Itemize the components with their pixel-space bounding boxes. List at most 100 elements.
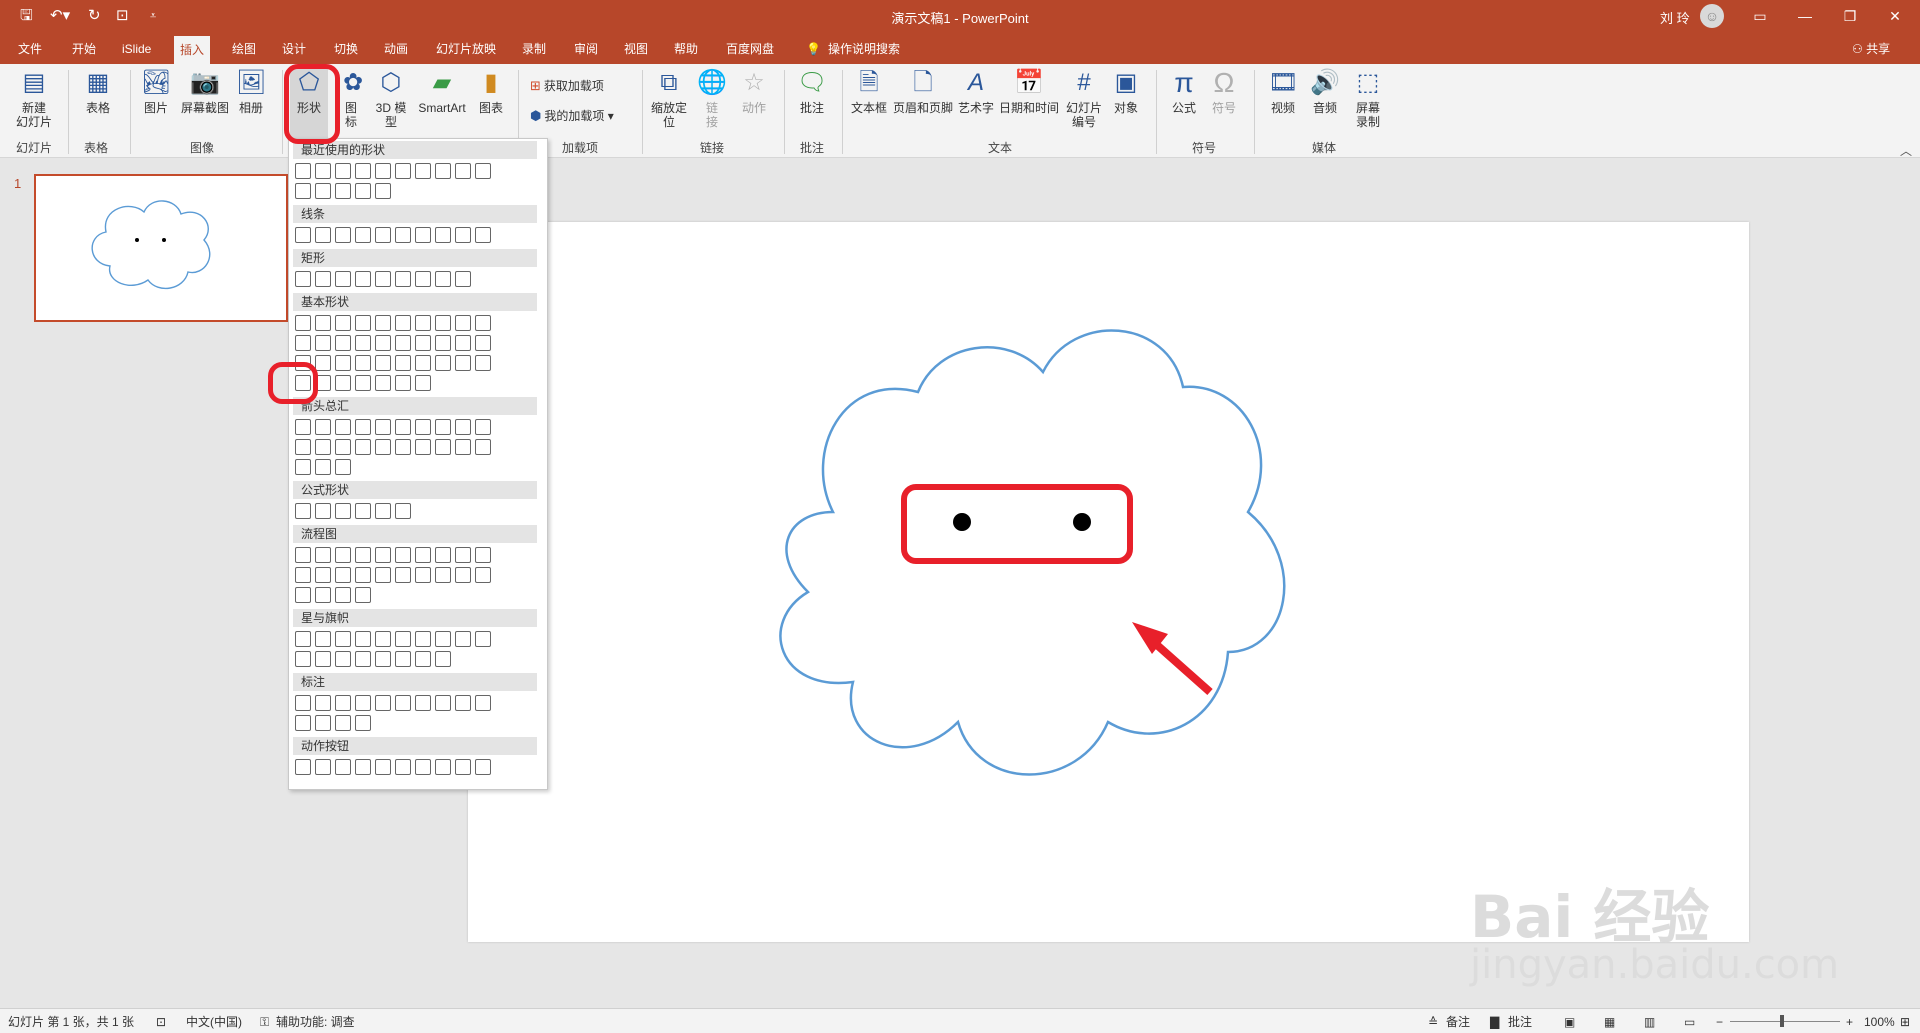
- calendar-icon: 📅: [1014, 69, 1044, 96]
- zoom-button[interactable]: ⧉ 缩放定 位: [648, 68, 690, 129]
- new-slide-icon: ▤: [22, 69, 46, 96]
- close-button[interactable]: ✕: [1875, 4, 1915, 28]
- tab-baidu-netdisk[interactable]: 百度网盘: [720, 39, 780, 59]
- comments-status-button[interactable]: 批注: [1508, 1014, 1532, 1030]
- group-label-addins: 加载项: [562, 141, 599, 155]
- ribbon-display-icon[interactable]: ▭: [1740, 4, 1780, 28]
- symbol-button[interactable]: Ω 符号: [1206, 68, 1242, 116]
- group-label-media: 媒体: [1312, 141, 1337, 155]
- zoom-slider-thumb[interactable]: [1780, 1015, 1784, 1027]
- notes-button[interactable]: 备注: [1446, 1014, 1470, 1030]
- chart-button[interactable]: ▮ 图表: [474, 68, 508, 115]
- slideshow-view-icon[interactable]: ▭: [1684, 1014, 1695, 1030]
- my-addins-button[interactable]: ⬢ 我的加载项 ▾: [530, 108, 614, 124]
- smartart-icon: ▰: [432, 69, 452, 96]
- shape-row-callouts-1[interactable]: [295, 695, 495, 711]
- shape-row-recent-2[interactable]: [295, 183, 395, 199]
- album-button[interactable]: 🖼 相册: [234, 68, 268, 115]
- shape-row-basic-3[interactable]: [295, 355, 495, 371]
- zoom-out-icon[interactable]: −: [1716, 1014, 1723, 1030]
- tab-islide[interactable]: iSlide: [116, 39, 157, 59]
- share-button[interactable]: ⚇ 共享: [1852, 40, 1890, 57]
- comment-button[interactable]: 🗨 批注: [792, 68, 832, 115]
- tab-transitions[interactable]: 切换: [328, 39, 364, 59]
- shape-row-flowchart-2[interactable]: [295, 567, 495, 583]
- category-callouts: 标注: [293, 673, 537, 691]
- icons-button[interactable]: ✿ 图 标: [338, 68, 364, 129]
- tab-slideshow[interactable]: 幻灯片放映: [430, 39, 502, 59]
- shape-row-action-buttons[interactable]: [295, 759, 495, 775]
- tab-draw[interactable]: 绘图: [226, 39, 262, 59]
- group-separator: [1156, 70, 1157, 154]
- group-label-comments: 批注: [800, 141, 825, 155]
- reading-view-icon[interactable]: ▥: [1644, 1014, 1655, 1030]
- object-icon: ▣: [1114, 69, 1138, 96]
- spellcheck-icon[interactable]: ⊡: [156, 1014, 166, 1030]
- date-time-button[interactable]: 📅 日期和时间: [998, 68, 1060, 115]
- shape-row-flowchart-3[interactable]: [295, 587, 375, 603]
- smartart-button[interactable]: ▰ SmartArt: [414, 68, 470, 115]
- get-addins-button[interactable]: ⊞ 获取加载项: [530, 78, 604, 94]
- tab-help[interactable]: 帮助: [668, 39, 704, 59]
- 3d-models-button[interactable]: ⬡ 3D 模 型: [370, 68, 412, 129]
- tab-file[interactable]: 文件: [12, 39, 48, 59]
- tab-home[interactable]: 开始: [66, 39, 102, 59]
- slide-thumbnail[interactable]: [34, 174, 288, 322]
- collapse-ribbon-icon[interactable]: ︿: [1900, 142, 1912, 159]
- shape-row-arrows-2[interactable]: [295, 439, 495, 455]
- screenshot-button[interactable]: 📷 屏幕截图: [176, 68, 234, 115]
- shape-row-basic-2[interactable]: [295, 335, 495, 351]
- tell-me-search[interactable]: 操作说明搜索: [822, 39, 906, 59]
- tab-view[interactable]: 视图: [618, 39, 654, 59]
- zoom-in-icon[interactable]: +: [1846, 1014, 1853, 1030]
- shape-row-recent-1[interactable]: [295, 163, 495, 179]
- maximize-button[interactable]: ❐: [1830, 4, 1870, 28]
- header-footer-button[interactable]: 🗋 页眉和页脚: [892, 68, 954, 115]
- shape-row-rectangles[interactable]: [295, 271, 475, 287]
- accessibility-status[interactable]: 辅助功能: 调查: [276, 1014, 355, 1030]
- eyes-highlight: [901, 484, 1133, 564]
- action-button[interactable]: ☆ 动作: [734, 68, 774, 115]
- comment-icon: 🗨: [797, 69, 828, 96]
- screen-recording-button[interactable]: ⬚ 屏幕 录制: [1348, 68, 1388, 129]
- textbox-button[interactable]: 🗎 文本框: [848, 68, 890, 115]
- audio-button[interactable]: 🔊 音频: [1306, 68, 1344, 115]
- zoom-slider[interactable]: [1730, 1021, 1840, 1022]
- category-rectangles: 矩形: [293, 249, 537, 267]
- shape-row-arrows-1[interactable]: [295, 419, 495, 435]
- tab-review[interactable]: 审阅: [568, 39, 604, 59]
- avatar[interactable]: ☺: [1700, 4, 1724, 28]
- pi-icon: π: [1174, 67, 1194, 98]
- shape-row-callouts-2[interactable]: [295, 715, 375, 731]
- pictures-button[interactable]: 🏞 图片: [138, 68, 174, 115]
- shape-row-arrows-3[interactable]: [295, 459, 355, 475]
- normal-view-icon[interactable]: ▣: [1564, 1014, 1575, 1030]
- thumbnail-cloud: [91, 200, 211, 290]
- video-button[interactable]: 🎞 视频: [1264, 68, 1302, 115]
- slide-sorter-icon[interactable]: ▦: [1604, 1014, 1615, 1030]
- baidu-watermark: Bai 经验 jingyan.baidu.com: [1470, 883, 1840, 988]
- shape-row-equation[interactable]: [295, 503, 415, 519]
- group-separator: [784, 70, 785, 154]
- link-button[interactable]: 🌐 链 接: [694, 68, 730, 129]
- language-indicator[interactable]: 中文(中国): [186, 1014, 242, 1030]
- zoom-level[interactable]: 100%: [1864, 1014, 1895, 1030]
- tab-animations[interactable]: 动画: [378, 39, 414, 59]
- slide-number-button[interactable]: # 幻灯片 编号: [1062, 68, 1106, 129]
- shape-row-lines[interactable]: [295, 227, 495, 243]
- shape-row-stars-1[interactable]: [295, 631, 495, 647]
- shape-row-stars-2[interactable]: [295, 651, 455, 667]
- minimize-button[interactable]: —: [1785, 4, 1825, 28]
- fit-to-window-icon[interactable]: ⊞: [1900, 1014, 1910, 1030]
- tab-insert[interactable]: 插入: [174, 36, 211, 64]
- tab-design[interactable]: 设计: [276, 39, 312, 59]
- object-button[interactable]: ▣ 对象: [1108, 68, 1144, 115]
- wordart-button[interactable]: A 艺术字: [956, 68, 996, 115]
- table-button[interactable]: ▦ 表格: [76, 68, 120, 115]
- tab-record[interactable]: 录制: [516, 39, 552, 59]
- new-slide-button[interactable]: ▤ 新建 幻灯片: [6, 68, 62, 129]
- group-separator: [1254, 70, 1255, 154]
- shape-row-flowchart-1[interactable]: [295, 547, 495, 563]
- shape-row-basic-1[interactable]: [295, 315, 495, 331]
- equation-button[interactable]: π 公式: [1166, 67, 1202, 116]
